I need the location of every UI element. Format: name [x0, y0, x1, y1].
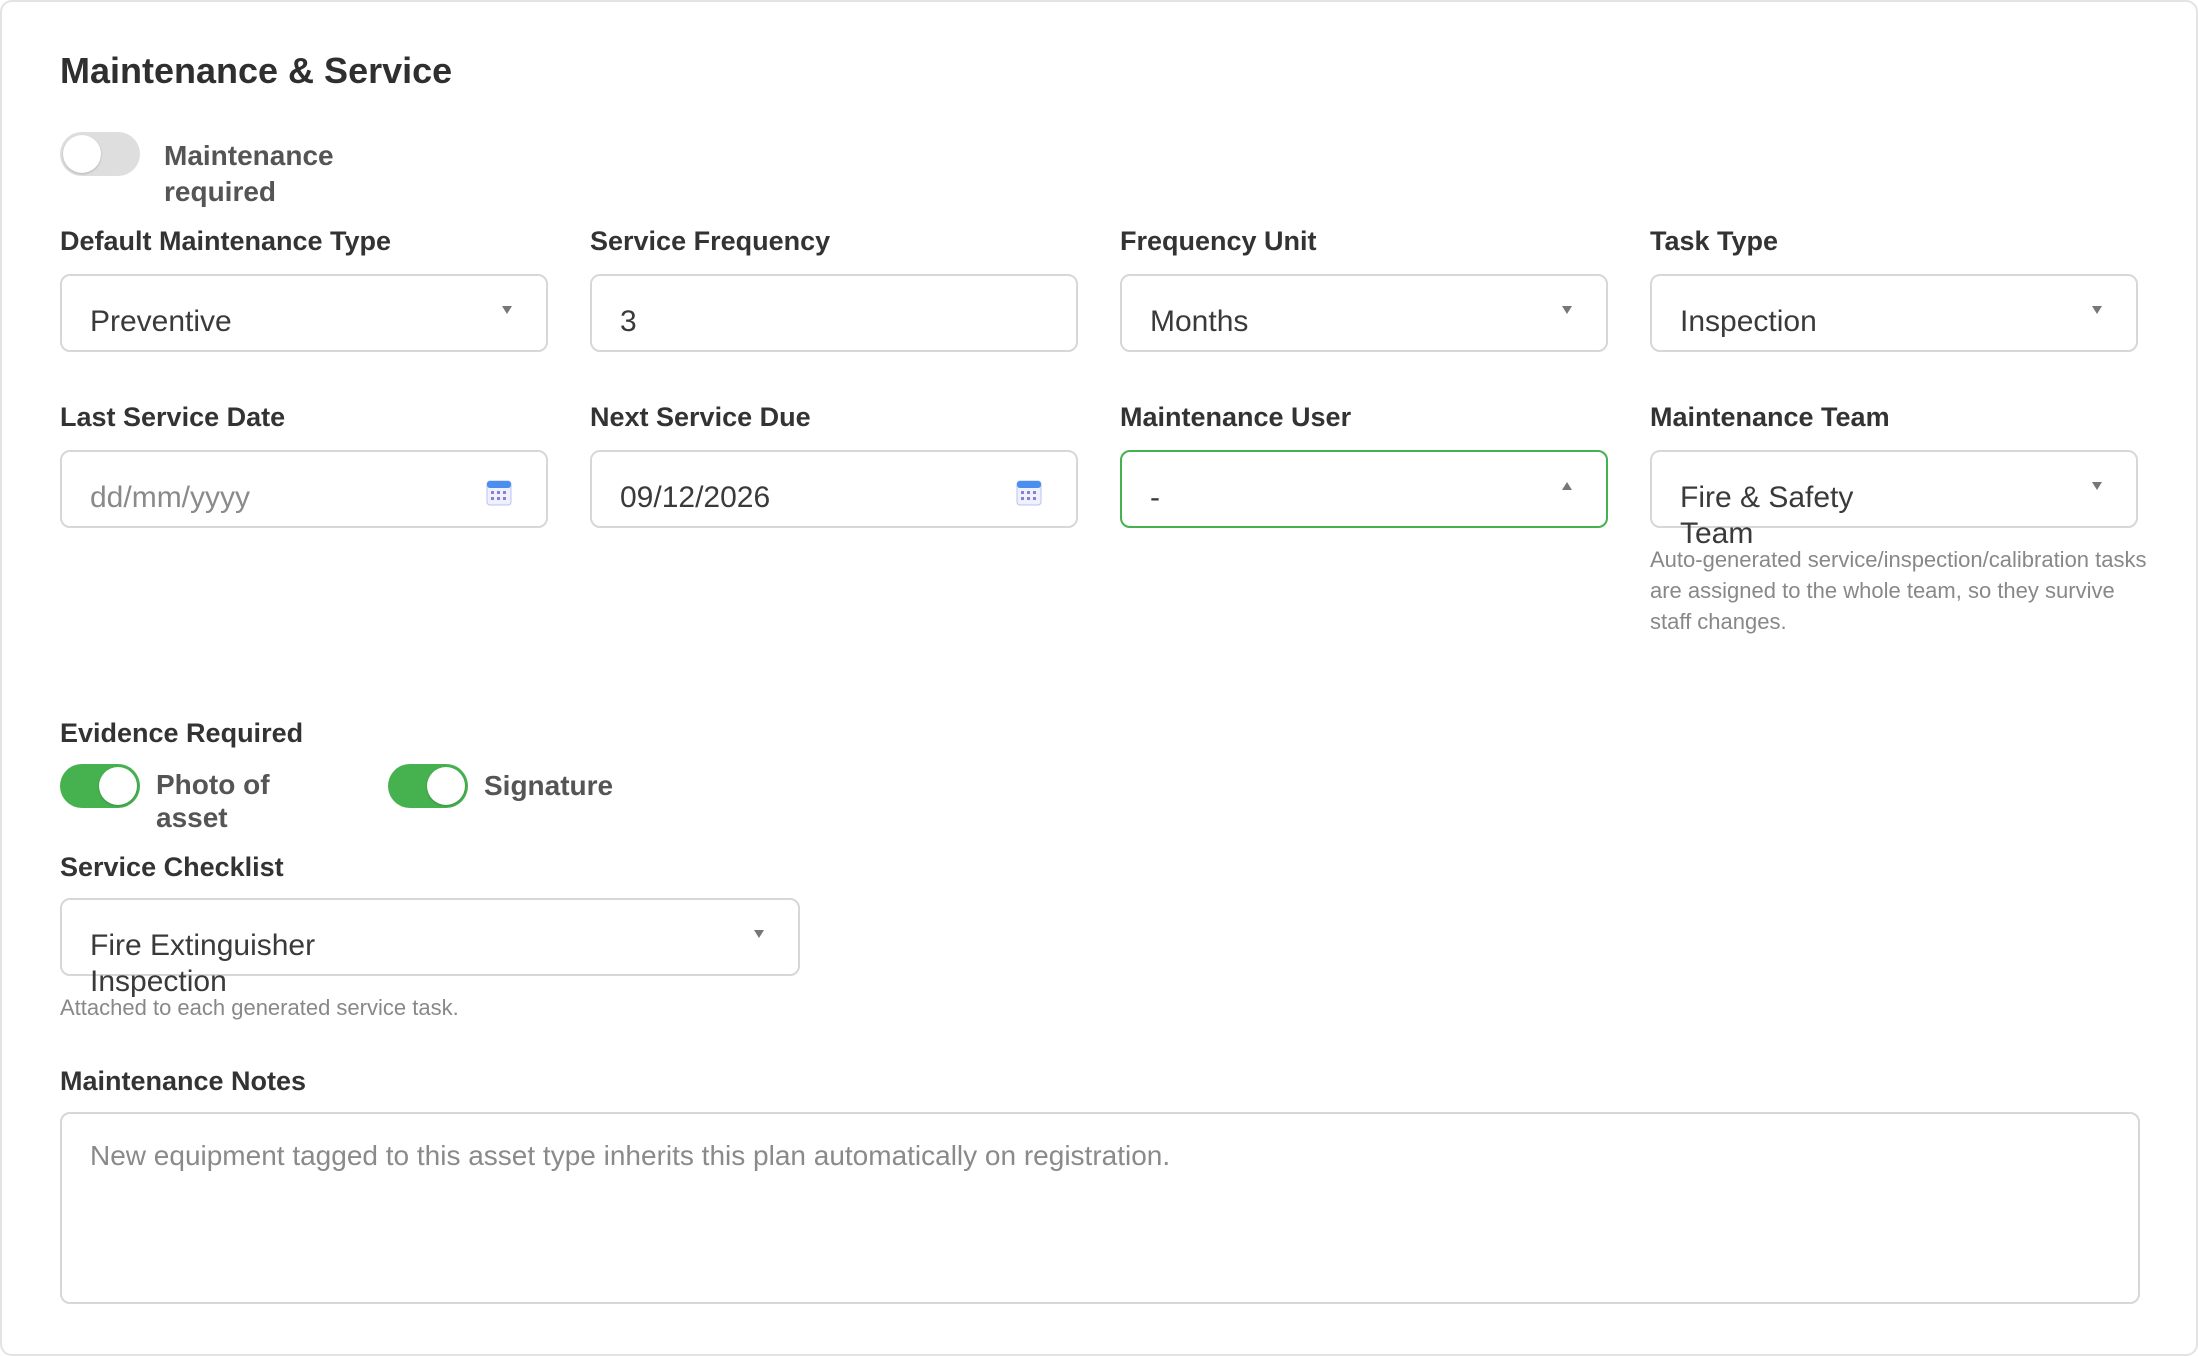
default-maintenance-type-value: Preventive — [90, 305, 232, 338]
service-checklist-value: Fire Extinguisher Inspection — [90, 929, 316, 998]
frequency-unit-value: Months — [1150, 305, 1249, 338]
maintenance-team-label: Maintenance Team — [1650, 402, 1890, 432]
maintenance-user-label: Maintenance User — [1120, 402, 1352, 432]
service-checklist-select[interactable]: Fire Extinguisher Inspection — [60, 898, 800, 998]
signature-label: Signature — [484, 770, 614, 801]
maintenance-notes-placeholder: New equipment tagged to this asset type … — [90, 1140, 1171, 1171]
default-maintenance-type-label: Default Maintenance Type — [60, 226, 392, 256]
chevron-down-icon — [754, 930, 764, 938]
last-service-date-input[interactable]: dd/mm/yyyy — [60, 450, 548, 528]
calendar-icon[interactable] — [1016, 478, 1042, 506]
chevron-up-icon — [1562, 482, 1572, 490]
toggle-knob — [99, 767, 137, 805]
calendar-icon[interactable] — [486, 478, 512, 506]
toggle-knob — [63, 135, 101, 173]
task-type-value: Inspection — [1680, 305, 1817, 338]
maintenance-team-value: Fire & Safety Team — [1680, 481, 1854, 550]
task-type-label: Task Type — [1650, 226, 1779, 256]
service-frequency-value: 3 — [620, 305, 637, 338]
maintenance-team-help: Auto-generated service/inspection/calibr… — [1650, 547, 2147, 634]
signature-toggle[interactable] — [388, 764, 468, 808]
next-service-due-label: Next Service Due — [590, 402, 811, 432]
frequency-unit-select[interactable]: Months — [1120, 274, 1608, 352]
maintenance-user-value: - — [1150, 481, 1160, 514]
photo-of-asset-toggle[interactable] — [60, 764, 140, 808]
maintenance-user-select[interactable]: - — [1120, 450, 1608, 528]
maintenance-notes-label: Maintenance Notes — [60, 1066, 307, 1096]
service-checklist-label: Service Checklist — [60, 852, 284, 882]
chevron-down-icon — [1562, 306, 1572, 314]
toggle-knob — [427, 767, 465, 805]
last-service-date-label: Last Service Date — [60, 402, 286, 432]
chevron-down-icon — [2092, 482, 2102, 490]
maintenance-required-label: Maintenance required — [164, 140, 334, 207]
frequency-unit-label: Frequency Unit — [1120, 226, 1317, 256]
maintenance-service-card: Maintenance & Service Maintenance requir… — [0, 0, 2198, 1356]
chevron-down-icon — [2092, 306, 2102, 314]
service-frequency-input[interactable]: 3 — [590, 274, 1078, 352]
maintenance-notes-textarea[interactable]: New equipment tagged to this asset type … — [60, 1112, 2140, 1304]
evidence-required-label: Evidence Required — [60, 718, 304, 748]
default-maintenance-type-select[interactable]: Preventive — [60, 274, 548, 352]
maintenance-team-select[interactable]: Fire & Safety Team — [1650, 450, 2138, 550]
last-service-date-placeholder: dd/mm/yyyy — [90, 481, 251, 514]
chevron-down-icon — [502, 306, 512, 314]
section-title: Maintenance & Service — [60, 50, 453, 91]
service-checklist-help: Attached to each generated service task. — [60, 995, 459, 1020]
photo-of-asset-label: Photo of asset — [156, 769, 270, 833]
next-service-due-input[interactable]: 09/12/2026 — [590, 450, 1078, 528]
next-service-due-value: 09/12/2026 — [620, 481, 771, 514]
task-type-select[interactable]: Inspection — [1650, 274, 2138, 352]
service-frequency-label: Service Frequency — [590, 226, 831, 256]
maintenance-required-toggle[interactable] — [60, 132, 140, 176]
